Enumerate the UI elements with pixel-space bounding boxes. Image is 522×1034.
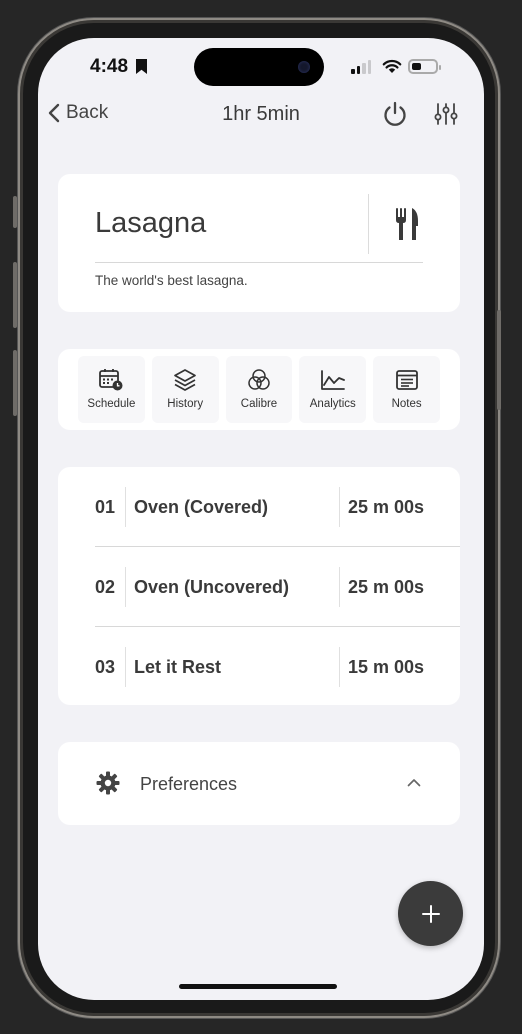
tool-label: Notes <box>391 398 422 410</box>
divider <box>125 647 126 687</box>
add-step-button[interactable] <box>398 881 463 946</box>
sliders-icon[interactable] <box>434 102 458 126</box>
history-button[interactable]: History <box>151 356 219 423</box>
step-name: Oven (Uncovered) <box>134 577 290 597</box>
step-time: 25 m 00s <box>348 497 425 517</box>
divider <box>339 487 340 527</box>
circles-icon <box>248 369 270 390</box>
home-indicator[interactable] <box>179 984 337 989</box>
divider <box>339 647 340 687</box>
step-number: 02 <box>95 577 116 597</box>
dynamic-island <box>194 48 324 86</box>
layers-icon <box>174 369 197 391</box>
step-row[interactable]: 01 Oven (Covered) 25 m 00s <box>58 467 460 546</box>
power-side-button <box>497 310 501 410</box>
steps-list: 01 Oven (Covered) 25 m 00s 02 Oven (Unco… <box>58 467 460 705</box>
power-icon[interactable] <box>381 100 409 128</box>
recipe-description: The world's best lasagna. <box>95 273 248 288</box>
tool-label: Analytics <box>309 398 356 410</box>
screen: 4:48 Back 1hr 5min Lasagna The world's b… <box>38 38 484 1000</box>
notes-button[interactable]: Notes <box>373 356 440 423</box>
step-name: Let it Rest <box>134 657 222 677</box>
tool-label: History <box>167 398 204 410</box>
schedule-button[interactable]: Schedule <box>78 356 145 423</box>
divider <box>125 567 126 607</box>
step-time: 15 m 00s <box>348 657 425 677</box>
notes-icon <box>395 370 418 390</box>
total-duration: 1hr 5min <box>222 103 300 125</box>
preferences-label: Preferences <box>140 774 238 794</box>
signal-icon <box>351 60 371 74</box>
gear-icon <box>96 771 120 795</box>
volume-up-button <box>13 262 17 328</box>
tool-label: Calibre <box>240 398 278 410</box>
status-time: 4:48 <box>90 56 129 77</box>
recipe-header-card: Lasagna The world's best lasagna. <box>58 174 460 312</box>
divider <box>339 567 340 607</box>
step-time: 25 m 00s <box>348 577 425 597</box>
line-chart-icon <box>320 370 345 390</box>
tools-card: Schedule History Calibre Analytics Notes <box>58 349 460 430</box>
volume-down-button <box>13 350 17 416</box>
step-number: 01 <box>95 497 116 517</box>
divider <box>368 194 369 254</box>
divider <box>125 487 126 527</box>
recipe-name: Lasagna <box>95 207 207 239</box>
step-row[interactable]: 02 Oven (Uncovered) 25 m 00s <box>58 547 460 626</box>
chevron-up-icon <box>407 779 421 787</box>
calibre-button[interactable]: Calibre <box>225 356 293 423</box>
step-number: 03 <box>95 657 116 677</box>
battery-icon <box>408 59 441 74</box>
mute-switch <box>13 196 17 228</box>
camera-icon <box>298 61 310 73</box>
step-name: Oven (Covered) <box>134 497 269 517</box>
tool-label: Schedule <box>87 398 136 410</box>
utensils-icon[interactable] <box>395 207 419 241</box>
bookmark-icon <box>136 59 147 74</box>
divider <box>95 262 423 263</box>
preferences-toggle[interactable]: Preferences <box>58 742 460 825</box>
analytics-button[interactable]: Analytics <box>299 356 367 423</box>
wifi-icon <box>382 59 402 73</box>
plus-icon <box>421 904 440 923</box>
step-row[interactable]: 03 Let it Rest 15 m 00s <box>58 627 460 705</box>
calendar-clock-icon <box>99 369 123 391</box>
